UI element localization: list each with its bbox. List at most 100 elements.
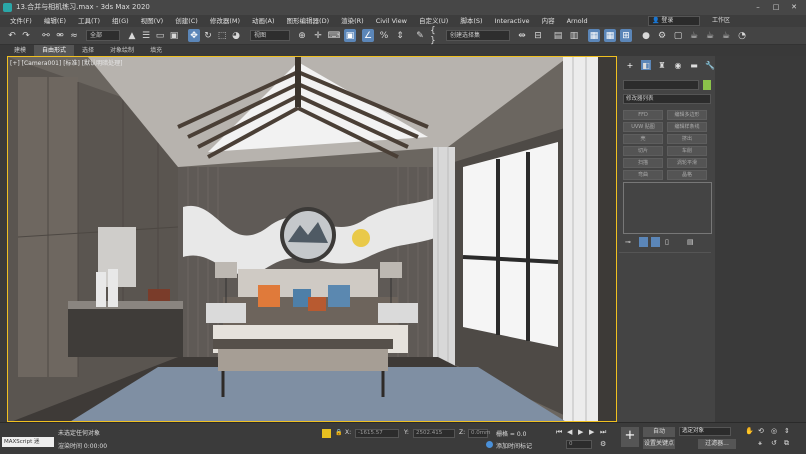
previous-frame-icon[interactable]: ◀	[567, 428, 572, 436]
modifier-button-8[interactable]: 车削	[667, 146, 707, 156]
scene-explorer-icon[interactable]: ▤	[552, 29, 564, 42]
display-tab-icon[interactable]: ▬	[689, 60, 699, 70]
maxscript-listener[interactable]: MAXScript 迷	[2, 437, 54, 447]
pan-icon[interactable]: ✋	[745, 427, 754, 435]
play-icon[interactable]: ▶	[578, 428, 583, 436]
modifier-button-9[interactable]: 扫描	[623, 158, 663, 168]
make-unique-icon[interactable]	[651, 237, 660, 247]
named-set-icon[interactable]: { }	[430, 26, 442, 46]
set-key-icon[interactable]: +	[621, 427, 639, 447]
modifier-button-11[interactable]: 弯曲	[623, 170, 663, 180]
maximize-viewport-icon[interactable]: ⧉	[784, 439, 789, 448]
walk-icon[interactable]: ⚹	[758, 439, 762, 448]
tab-selection[interactable]: 选择	[74, 45, 102, 56]
select-rotate-icon[interactable]: ↻	[202, 29, 214, 42]
activeshade-icon[interactable]: ☕	[720, 29, 732, 42]
select-place-icon[interactable]: ◕	[230, 29, 242, 42]
mirror-icon[interactable]: ⇹	[516, 29, 528, 42]
pin-stack-icon[interactable]: ⊸	[625, 238, 631, 246]
menu-rendering[interactable]: 渲染(R)	[335, 15, 370, 27]
remove-modifier-icon[interactable]: ▯	[665, 238, 669, 246]
unlink-icon[interactable]: ⚮	[54, 29, 66, 42]
hierarchy-tab-icon[interactable]: ♜	[657, 60, 667, 70]
time-config-icon[interactable]: ⚙	[600, 440, 606, 448]
schematic-view-icon[interactable]: ⊞	[620, 29, 632, 42]
named-selection-set-dropdown[interactable]: 创建选择集	[446, 30, 510, 41]
modifier-button-5[interactable]: 壳	[623, 134, 663, 144]
z-coordinate-field[interactable]: 0.0mm	[468, 429, 490, 438]
lock-selection-icon[interactable]: 🔒	[335, 429, 342, 436]
tab-populate[interactable]: 填充	[142, 45, 170, 56]
time-tag-icon[interactable]	[486, 441, 493, 448]
menu-file[interactable]: 文件(F)	[4, 15, 38, 27]
ribbon-toggle-icon[interactable]: ▦	[588, 29, 600, 42]
rectangle-region-icon[interactable]: ▭	[154, 29, 166, 42]
menu-content[interactable]: 内容	[536, 15, 561, 27]
edit-named-selection-icon[interactable]: ✎	[414, 29, 426, 42]
select-scale-icon[interactable]: ⬚	[216, 29, 228, 42]
modifier-button-2[interactable]: 编辑多边形	[667, 110, 707, 120]
render-production-icon[interactable]: ☕	[688, 29, 700, 42]
tab-modeling[interactable]: 建模	[6, 45, 34, 56]
selection-filter-dropdown[interactable]: 全部	[86, 30, 120, 41]
menu-create[interactable]: 创建(C)	[169, 15, 204, 27]
select-by-name-icon[interactable]: ☰	[140, 29, 152, 42]
menu-views[interactable]: 视图(V)	[135, 15, 170, 27]
tab-object-paint[interactable]: 对象绘制	[102, 45, 142, 56]
maximize-button[interactable]: □	[768, 0, 784, 15]
reference-coordinate-dropdown[interactable]: 视图	[250, 30, 290, 41]
y-coordinate-field[interactable]: 2502.415	[413, 429, 455, 438]
isolate-selection-icon[interactable]	[322, 429, 331, 438]
minimize-button[interactable]: –	[750, 0, 766, 15]
curve-editor-icon[interactable]: ▦	[604, 29, 616, 42]
spinner-snap-icon[interactable]: ⇕	[394, 29, 406, 42]
orbit-icon[interactable]: ⟲	[758, 427, 764, 435]
modifier-button-4[interactable]: 编辑样条线	[667, 122, 707, 132]
modifier-button-10[interactable]: 涡轮平滑	[667, 158, 707, 168]
menu-civil-view[interactable]: Civil View	[370, 15, 413, 27]
modify-tab-icon[interactable]: ◧	[641, 60, 651, 70]
roll-icon[interactable]: ↺	[771, 439, 777, 447]
percent-snap-icon[interactable]: %	[378, 29, 390, 42]
key-filters-button[interactable]: 过滤器...	[698, 439, 736, 449]
current-frame-field[interactable]: 0	[566, 440, 592, 449]
next-frame-icon[interactable]: ▶	[589, 428, 594, 436]
modifier-stack[interactable]	[623, 182, 712, 234]
snaps-toggle-icon[interactable]: ▣	[344, 29, 356, 42]
create-tab-icon[interactable]: +	[625, 60, 635, 70]
show-end-result-icon[interactable]	[639, 237, 648, 247]
motion-tab-icon[interactable]: ◉	[673, 60, 683, 70]
close-button[interactable]: ✕	[786, 0, 802, 15]
render-setup-icon[interactable]: ⚙	[656, 29, 668, 42]
dolly-icon[interactable]: ⇕	[784, 427, 790, 435]
menu-modifiers[interactable]: 修改器(M)	[204, 15, 246, 27]
x-coordinate-field[interactable]: -1615.57	[355, 429, 399, 438]
select-move-icon[interactable]: ✥	[188, 29, 200, 42]
bind-spacewarp-icon[interactable]: ≈	[68, 29, 80, 42]
undo-icon[interactable]: ↶	[6, 29, 18, 42]
material-editor-icon[interactable]: ●	[640, 29, 652, 42]
link-icon[interactable]: ⚯	[40, 29, 52, 42]
object-name-field[interactable]	[623, 80, 699, 90]
set-key-button[interactable]: 设置关键点	[643, 439, 675, 449]
viewport-label[interactable]: [+] [Camera001] [标准] [默认明暗处理]	[10, 58, 122, 67]
modifier-button-7[interactable]: 切片	[623, 146, 663, 156]
configure-sets-icon[interactable]: ▤	[687, 238, 694, 246]
tab-freeform[interactable]: 自由形式	[34, 45, 75, 56]
modifier-button-12[interactable]: 晶格	[667, 170, 707, 180]
rendered-frame-icon[interactable]: ▢	[672, 29, 684, 42]
key-selection-dropdown[interactable]: 选定对象	[679, 427, 731, 436]
camera-viewport[interactable]: [+] [Camera001] [标准] [默认明暗处理]	[7, 56, 617, 422]
menu-graph-editors[interactable]: 图形编辑器(D)	[281, 15, 336, 27]
menu-interactive[interactable]: Interactive	[489, 15, 536, 27]
fov-icon[interactable]: ◎	[771, 427, 777, 435]
modifier-button-6[interactable]: 挤出	[667, 134, 707, 144]
select-manipulate-icon[interactable]: ✛	[312, 29, 324, 42]
select-object-icon[interactable]: ▲	[126, 29, 138, 42]
menu-edit[interactable]: 编辑(E)	[38, 15, 72, 27]
menu-tools[interactable]: 工具(T)	[72, 15, 106, 27]
redo-icon[interactable]: ↷	[20, 29, 32, 42]
menu-arnold[interactable]: Arnold	[561, 15, 594, 27]
pivot-center-icon[interactable]: ⊕	[296, 29, 308, 42]
window-crossing-icon[interactable]: ▣	[168, 29, 180, 42]
